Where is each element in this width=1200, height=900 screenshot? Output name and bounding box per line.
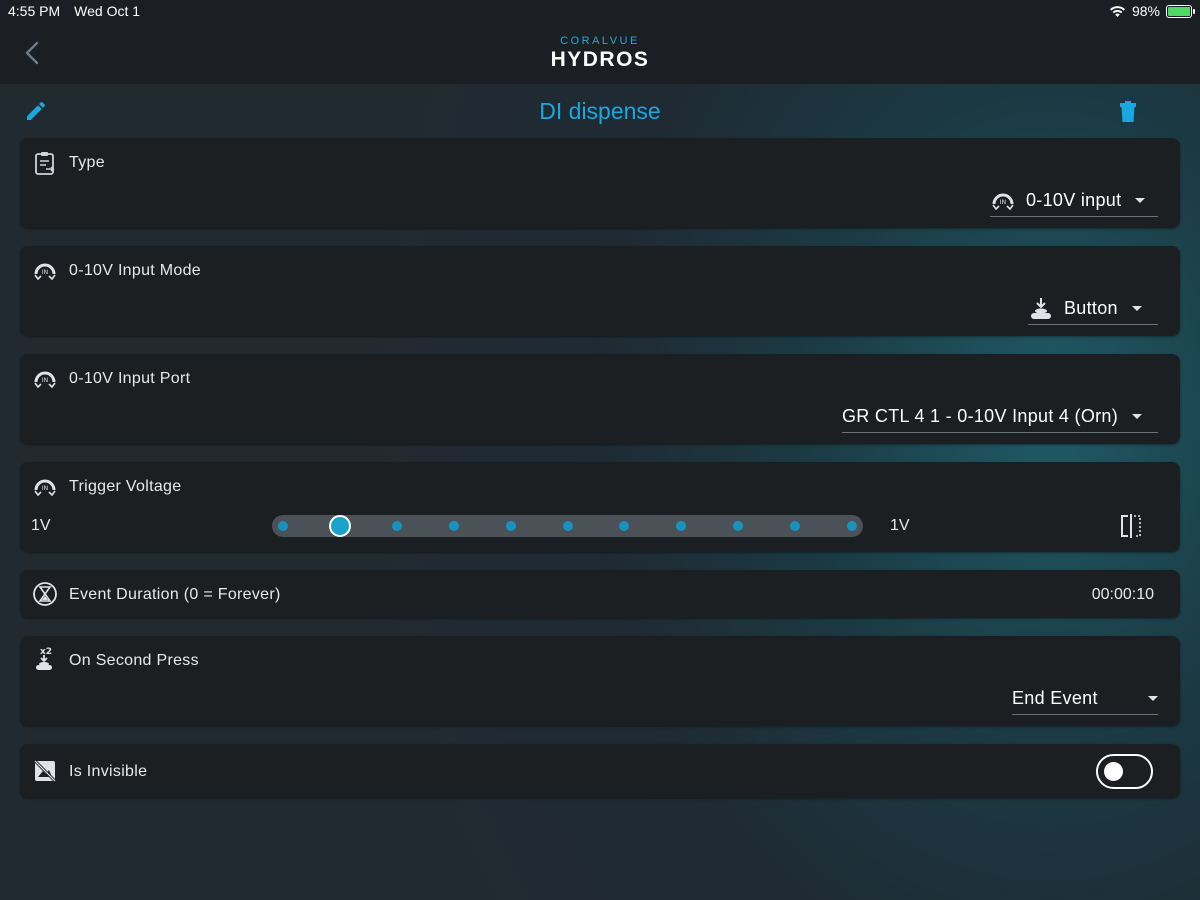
toggle-knob <box>1104 762 1123 781</box>
chevron-down-icon <box>1135 198 1146 203</box>
event-duration-value: 00:00:10 <box>1091 586 1154 603</box>
second-press-label: On Second Press <box>69 652 199 669</box>
type-value: 0-10V input <box>1026 190 1122 210</box>
input-mode-card: IN 0-10V Input Mode Button <box>20 246 1180 336</box>
svg-text:x2: x2 <box>40 647 52 657</box>
chevron-down-icon <box>1131 306 1142 311</box>
second-press-card: x2 On Second Press End Event <box>20 636 1180 726</box>
invisible-card: Is Invisible <box>20 744 1180 798</box>
clipboard-icon <box>35 152 55 175</box>
slider-value-label: 1V <box>890 517 910 534</box>
battery-percent: 98% <box>1131 3 1160 19</box>
input-port-icon: IN <box>992 193 1014 210</box>
slider-step-dot <box>391 521 402 531</box>
status-bar: 4:55 PM Wed Oct 1 98% <box>0 0 1200 22</box>
status-date: Wed Oct 1 <box>74 3 141 19</box>
title-row: DI dispense <box>0 88 1200 136</box>
event-duration-label: Event Duration (0 = Forever) <box>69 586 281 603</box>
input-port-icon: IN <box>34 479 56 497</box>
input-port-icon: IN <box>34 371 56 389</box>
slider-step-dot <box>733 521 744 531</box>
trash-icon[interactable] <box>1117 99 1139 123</box>
slider-step-dot <box>278 521 288 531</box>
second-press-dropdown[interactable]: End Event <box>1012 685 1158 715</box>
split-view-icon[interactable] <box>1119 513 1143 539</box>
wifi-icon <box>1109 5 1125 17</box>
status-right: 98% <box>1109 3 1195 19</box>
type-label: Type <box>69 154 105 171</box>
svg-text:IN: IN <box>42 377 48 384</box>
logo-brand: CORALVUE <box>560 35 640 47</box>
trigger-voltage-label: Trigger Voltage <box>69 478 182 495</box>
hourglass-icon <box>33 582 57 606</box>
hidden-image-icon <box>33 759 57 783</box>
slider-step-dot <box>448 521 459 531</box>
input-port-dropdown[interactable]: GR CTL 4 1 - 0-10V Input 4 (Orn) <box>842 403 1158 433</box>
input-port-icon: IN <box>34 263 56 281</box>
page-title: DI dispense <box>539 98 661 124</box>
second-press-value: End Event <box>1012 688 1098 708</box>
status-time: 4:55 PM <box>8 3 61 19</box>
slider-thumb[interactable] <box>328 515 351 537</box>
invisible-toggle[interactable] <box>1096 754 1153 789</box>
input-mode-dropdown[interactable]: Button <box>1028 295 1158 325</box>
input-mode-label: 0-10V Input Mode <box>69 262 201 279</box>
chevron-down-icon <box>1148 696 1158 701</box>
app-logo: CORALVUE HYDROS <box>550 35 650 71</box>
nav-bar: CORALVUE HYDROS <box>0 22 1200 84</box>
slider-step-dot <box>790 521 801 531</box>
svg-text:IN: IN <box>1000 199 1007 206</box>
double-press-icon: x2 <box>36 647 52 670</box>
invisible-label: Is Invisible <box>69 763 148 780</box>
slider-min-label: 1V <box>31 517 51 534</box>
push-button-icon <box>1031 297 1051 319</box>
slider-step-dot <box>676 521 687 531</box>
svg-text:IN: IN <box>42 485 48 492</box>
input-mode-value: Button <box>1064 298 1118 318</box>
logo-product: HYDROS <box>550 48 650 71</box>
back-chevron-icon[interactable] <box>20 38 44 68</box>
input-port-card: IN 0-10V Input Port GR CTL 4 1 - 0-10V I… <box>20 354 1180 444</box>
input-port-label: 0-10V Input Port <box>69 370 191 387</box>
chevron-down-icon <box>1132 414 1143 419</box>
event-duration-card[interactable]: Event Duration (0 = Forever) 00:00:10 <box>20 570 1180 618</box>
type-card: Type IN 0-10V input <box>20 138 1180 228</box>
input-port-value: GR CTL 4 1 - 0-10V Input 4 (Orn) <box>842 406 1119 426</box>
trigger-voltage-card: IN Trigger Voltage 1V 1V <box>20 462 1180 552</box>
battery-fill <box>1168 6 1190 16</box>
svg-text:IN: IN <box>42 269 48 276</box>
battery-icon <box>1166 4 1195 18</box>
trigger-voltage-slider[interactable] <box>272 515 863 537</box>
slider-step-dot <box>562 521 573 531</box>
type-dropdown[interactable]: IN 0-10V input <box>990 187 1158 217</box>
slider-step-dot <box>847 521 857 531</box>
slider-step-dot <box>505 521 516 531</box>
slider-step-dot <box>619 521 630 531</box>
